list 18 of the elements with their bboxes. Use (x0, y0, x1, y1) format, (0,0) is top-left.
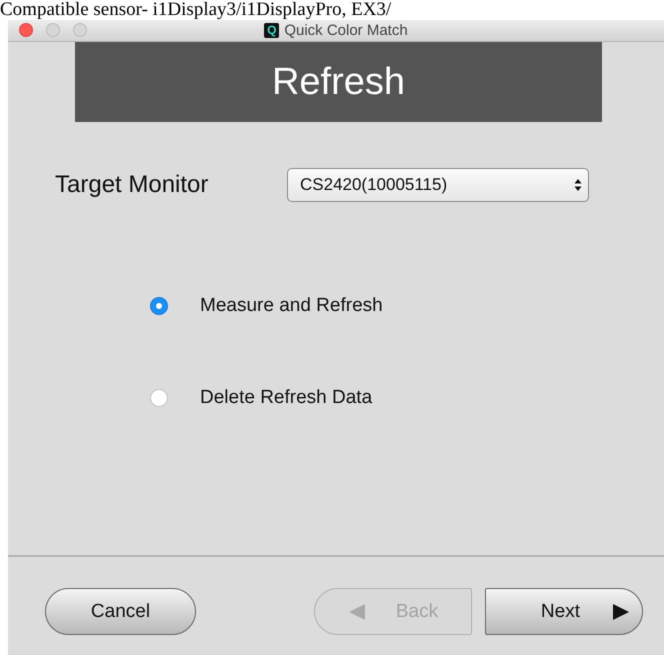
page-caption: Compatible sensor- i1Display3/i1DisplayPro, EX3/ (0, 0, 392, 20)
next-button[interactable]: Next (485, 588, 643, 635)
app-icon: Q (264, 23, 280, 38)
radio-button[interactable] (150, 297, 168, 315)
left-triangle-icon (348, 602, 366, 620)
right-triangle-icon (612, 602, 630, 620)
radio-button[interactable] (150, 389, 168, 407)
updown-arrows-icon (574, 178, 582, 192)
close-icon[interactable] (19, 23, 33, 37)
option-label: Delete Refresh Data (200, 387, 372, 409)
zoom-icon[interactable] (73, 23, 87, 37)
option-label: Measure and Refresh (200, 295, 383, 317)
monitor-select[interactable]: CS2420(10005115) (287, 168, 589, 202)
target-monitor-label: Target Monitor (55, 171, 210, 199)
cancel-button[interactable]: Cancel (45, 588, 196, 635)
window-title: Quick Color Match (284, 22, 408, 39)
page-title: Refresh (272, 60, 406, 104)
minimize-icon[interactable] (46, 23, 60, 37)
